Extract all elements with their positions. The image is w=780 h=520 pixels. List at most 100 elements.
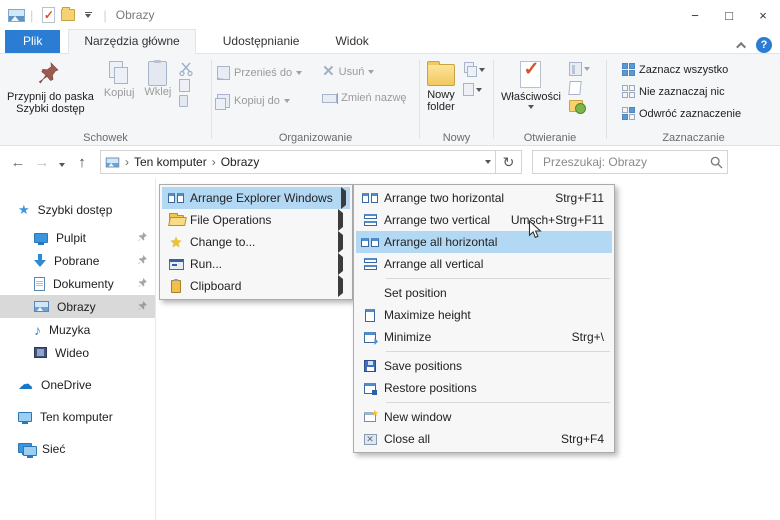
- menu-item-label: Set position: [384, 286, 447, 300]
- tab-home[interactable]: Narzędzia główne: [68, 29, 196, 54]
- search-box[interactable]: [532, 150, 728, 174]
- select-all-label: Zaznacz wszystko: [639, 63, 729, 76]
- qat-new-folder-button[interactable]: [58, 5, 78, 25]
- clipboard-icon: [171, 278, 181, 293]
- menu-item-clipboard[interactable]: Clipboard: [162, 275, 350, 297]
- properties-button[interactable]: Właściwości: [496, 58, 566, 109]
- edit-icon[interactable]: [568, 81, 582, 95]
- sidebar-item-label: Sieć: [42, 441, 66, 456]
- sidebar-item-onedrive[interactable]: ☁ OneDrive: [0, 373, 155, 396]
- sidebar-item-downloads[interactable]: Pobrane: [0, 249, 155, 272]
- sidebar-item-videos[interactable]: Wideo: [0, 341, 155, 364]
- rename-icon: [322, 92, 339, 104]
- submenu-item-new-window[interactable]: New window: [356, 406, 612, 428]
- select-all-icon: [622, 63, 635, 76]
- chevron-down-icon: [296, 71, 303, 75]
- submenu-item-set-position[interactable]: Set position: [356, 282, 612, 304]
- sidebar-item-documents[interactable]: Dokumenty: [0, 272, 155, 295]
- menu-item-run[interactable]: Run...: [162, 253, 350, 275]
- menu-item-arrange-explorer-windows[interactable]: Arrange Explorer Windows: [162, 187, 350, 209]
- new-item-button[interactable]: [463, 83, 485, 96]
- cut-scissors-icon[interactable]: [179, 62, 195, 76]
- qat-properties-button[interactable]: [38, 5, 58, 25]
- navigation-pane: ★ Szybki dostęp Pulpit Pobrane Dokumenty…: [0, 178, 156, 520]
- menu-item-label: File Operations: [190, 213, 272, 227]
- search-input[interactable]: [541, 154, 710, 170]
- group-label-clipboard: Schowek: [83, 132, 128, 144]
- sidebar-item-label: Pulpit: [56, 230, 87, 245]
- copy-label: Kopiuj: [103, 87, 135, 99]
- qat-separator: |: [30, 7, 34, 23]
- network-icon: [18, 442, 37, 458]
- sidebar-item-desktop[interactable]: Pulpit: [0, 226, 155, 249]
- menu-item-file-operations[interactable]: File Operations: [162, 209, 350, 231]
- sidebar-item-music[interactable]: ♪ Muzyka: [0, 318, 155, 341]
- easy-access-button[interactable]: [463, 62, 485, 77]
- submenu-arrow-icon: [338, 209, 343, 231]
- copy-button[interactable]: Kopiuj: [99, 58, 140, 99]
- forward-button[interactable]: →: [30, 154, 54, 171]
- collapse-ribbon-icon[interactable]: [736, 41, 747, 52]
- select-none-button[interactable]: Nie zaznaczaj nic: [619, 83, 728, 100]
- qat-customize-dropdown[interactable]: [78, 5, 98, 25]
- submenu-item-arrange-two-horizontal[interactable]: Arrange two horizontal Strg+F11: [356, 187, 612, 209]
- delete-button[interactable]: ✕ Usuń: [319, 64, 409, 80]
- submenu-item-restore-positions[interactable]: Restore positions: [356, 377, 612, 399]
- search-icon: [710, 156, 723, 168]
- copy-icon: [108, 61, 130, 87]
- tab-share[interactable]: Udostępnianie: [208, 30, 315, 53]
- submenu-arrow-icon: [340, 187, 346, 209]
- back-button[interactable]: ←: [6, 154, 30, 171]
- submenu-item-arrange-all-horizontal[interactable]: Arrange all horizontal: [356, 231, 612, 253]
- minimize-button[interactable]: −: [678, 0, 712, 30]
- breadcrumb-pictures[interactable]: Obrazy: [221, 155, 260, 169]
- group-label-open: Otwieranie: [523, 132, 577, 144]
- help-button[interactable]: ?: [756, 37, 772, 53]
- copy-to-icon: [215, 94, 230, 110]
- menu-item-change-to[interactable]: ★ Change to...: [162, 231, 350, 253]
- paste-shortcut-icon[interactable]: [179, 95, 189, 107]
- submenu-item-arrange-all-vertical[interactable]: Arrange all vertical: [356, 253, 612, 275]
- tab-view[interactable]: Widok: [320, 30, 383, 53]
- open-button[interactable]: [568, 62, 590, 76]
- refresh-button[interactable]: ↻: [496, 150, 522, 174]
- up-button[interactable]: ↑: [70, 154, 94, 171]
- submenu-arrange-windows: Arrange two horizontal Strg+F11 Arrange …: [353, 184, 615, 453]
- group-label-select: Zaznaczanie: [662, 132, 725, 144]
- submenu-item-save-positions[interactable]: Save positions: [356, 355, 612, 377]
- sidebar-item-this-pc[interactable]: Ten komputer: [0, 405, 155, 428]
- pushpin-icon: [39, 62, 59, 84]
- quick-access-label: Szybki dostęp: [37, 202, 113, 217]
- sidebar-item-network[interactable]: Sieć: [0, 437, 155, 460]
- submenu-item-close-all[interactable]: ✕ Close all Strg+F4: [356, 428, 612, 450]
- submenu-item-maximize-height[interactable]: Maximize height: [356, 304, 612, 326]
- move-to-button[interactable]: Przenieś do: [214, 64, 305, 82]
- invert-selection-button[interactable]: Odwróć zaznaczenie: [619, 105, 744, 122]
- submenu-item-minimize[interactable]: Minimize Strg+\: [356, 326, 612, 348]
- breadcrumb-this-pc[interactable]: Ten komputer: [134, 155, 207, 169]
- select-all-button[interactable]: Zaznacz wszystko: [619, 61, 731, 78]
- close-button[interactable]: ×: [746, 0, 780, 30]
- sidebar-item-quick-access[interactable]: ★ Szybki dostęp: [0, 198, 155, 221]
- tab-file[interactable]: Plik: [5, 30, 61, 53]
- rename-button[interactable]: Zmień nazwę: [319, 90, 409, 106]
- pictures-icon: [34, 301, 49, 312]
- pin-to-quick-access-button[interactable]: Przypnij do paska Szybki dostęp: [2, 58, 99, 115]
- history-icon[interactable]: [568, 100, 586, 114]
- copy-to-button[interactable]: Kopiuj do: [214, 92, 305, 110]
- new-folder-label-line2: folder: [427, 101, 455, 113]
- folder-icon: [168, 212, 184, 226]
- new-folder-button[interactable]: Nowy folder: [422, 58, 460, 113]
- address-box[interactable]: › Ten komputer › Obrazy: [100, 150, 496, 174]
- submenu-item-arrange-two-vertical[interactable]: Arrange two vertical Umsch+Strg+F11: [356, 209, 612, 231]
- sidebar-item-pictures[interactable]: Obrazy: [0, 295, 155, 318]
- breadcrumb-chevron: ›: [125, 155, 129, 169]
- address-dropdown-icon[interactable]: [485, 160, 491, 164]
- copy-path-icon[interactable]: [179, 79, 191, 92]
- invert-selection-icon: [622, 107, 635, 120]
- title-bar: | | Obrazy − □ ×: [0, 0, 780, 30]
- menu-separator: [386, 402, 610, 403]
- recent-locations-dropdown[interactable]: [54, 154, 70, 171]
- paste-button[interactable]: Wklej: [139, 58, 176, 98]
- maximize-button[interactable]: □: [712, 0, 746, 30]
